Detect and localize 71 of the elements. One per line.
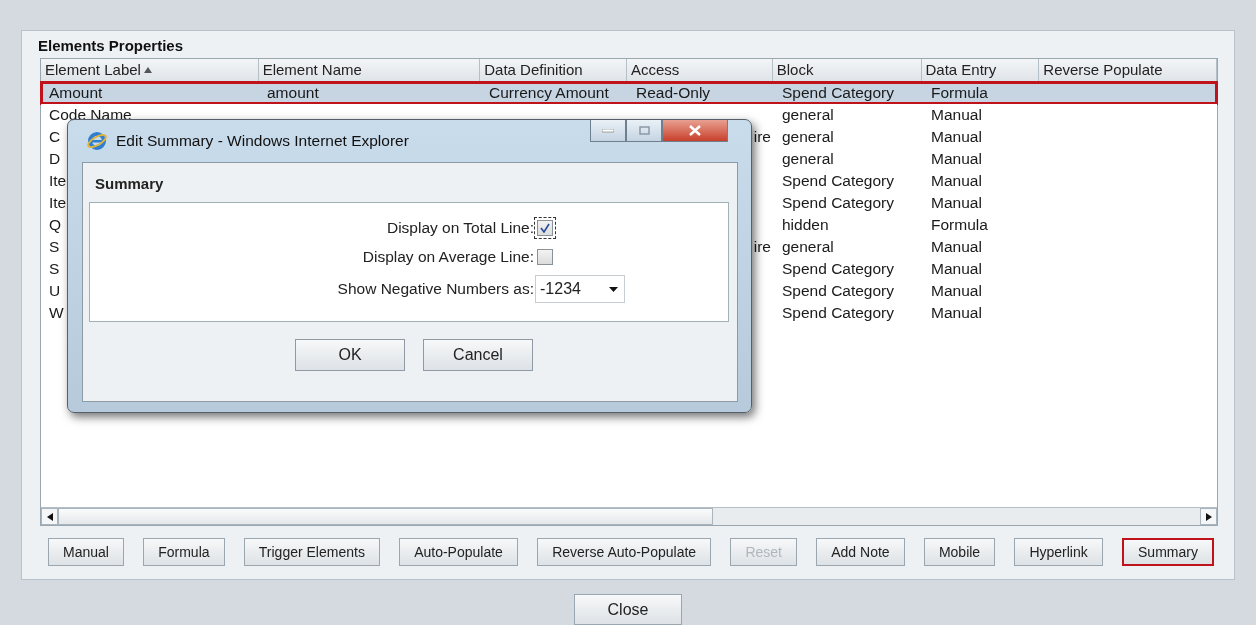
table-cell: S: [49, 238, 60, 255]
section-heading: Summary: [95, 175, 165, 192]
table-cell: Manual: [931, 106, 982, 123]
table-cell: Q: [49, 216, 62, 233]
dropdown-caret-icon: [609, 286, 618, 292]
checkbox[interactable]: [534, 217, 556, 239]
table-cell: ire: [753, 238, 771, 255]
table-cell: Amount: [49, 84, 103, 101]
table-cell: general: [782, 106, 834, 123]
maximize-icon: [638, 126, 650, 135]
table-cell: Manual: [931, 238, 982, 255]
table-cell: Formula: [931, 84, 988, 101]
option-label: Display on Average Line:: [361, 248, 534, 266]
minimize-button[interactable]: [590, 120, 626, 142]
table-cell: Manual: [931, 150, 982, 167]
table-cell: D: [49, 150, 61, 167]
toolbar-button[interactable]: Trigger Elements: [243, 538, 380, 566]
table-cell: U: [49, 282, 61, 299]
scroll-left-icon[interactable]: [41, 508, 58, 525]
toolbar-button[interactable]: Summary: [1122, 538, 1214, 566]
table-cell: S: [49, 260, 60, 277]
dialog-button[interactable]: OK: [295, 339, 405, 371]
toolbar-button[interactable]: Manual: [48, 538, 124, 566]
toolbar-button[interactable]: Hyperlink: [1014, 538, 1103, 566]
number-format-select[interactable]: -1234: [535, 275, 625, 303]
table-cell: Ite: [49, 194, 67, 211]
table-cell: general: [782, 238, 834, 255]
option-label: Show Negative Numbers as:: [336, 280, 534, 298]
maximize-button[interactable]: [626, 120, 662, 142]
table-cell: Read-Only: [636, 84, 711, 101]
panel-title: Elements Properties: [38, 37, 185, 54]
browser-logo-icon: [86, 130, 108, 152]
table-cell: Spend Category: [782, 282, 895, 299]
table-cell: Spend Category: [782, 260, 895, 277]
table-cell: Ite: [49, 172, 67, 189]
close-icon: [689, 125, 701, 136]
table-cell: Manual: [931, 194, 982, 211]
table-cell: Manual: [931, 260, 982, 277]
toolbar-button[interactable]: Reverse Auto-Populate: [537, 538, 712, 566]
table-cell: C: [49, 128, 61, 145]
table-cell: Manual: [931, 172, 982, 189]
close-dialog-button[interactable]: Close: [574, 594, 682, 625]
table-cell: general: [782, 128, 834, 145]
table-cell: amount: [267, 84, 319, 101]
checkmark-icon: [540, 223, 550, 233]
toolbar-button[interactable]: Mobile: [923, 538, 996, 566]
table-cell: ire: [753, 128, 771, 145]
scroll-right-icon[interactable]: [1200, 508, 1217, 525]
minimize-icon: [602, 128, 614, 133]
table-cell: Manual: [931, 304, 982, 321]
table-cell: hidden: [782, 216, 829, 233]
table-cell: Currency Amount: [489, 84, 609, 101]
table-cell: Manual: [931, 128, 982, 145]
table-cell: Spend Category: [782, 172, 895, 189]
toolbar-button[interactable]: Add Note: [816, 538, 905, 566]
toolbar-button[interactable]: Auto-Populate: [399, 538, 518, 566]
table-cell: Spend Category: [782, 194, 895, 211]
table-cell: general: [782, 150, 834, 167]
dialog-title: Edit Summary - Windows Internet Explorer: [116, 132, 410, 150]
table-cell: Formula: [931, 216, 988, 233]
checkbox[interactable]: [534, 246, 556, 268]
scroll-thumb[interactable]: [58, 508, 713, 525]
table-cell: Spend Category: [782, 304, 895, 321]
toolbar-button[interactable]: Formula: [143, 538, 225, 566]
table-cell: Manual: [931, 282, 982, 299]
table-row[interactable]: Amount amount Currency Amount Read-Only Spend Category Formula: [41, 82, 1217, 104]
table-cell: W: [49, 304, 64, 321]
close-button[interactable]: [662, 120, 728, 142]
option-label: Display on Total Line:: [385, 219, 534, 237]
dialog-button[interactable]: Cancel: [423, 339, 533, 371]
table-cell: Spend Category: [782, 84, 895, 101]
